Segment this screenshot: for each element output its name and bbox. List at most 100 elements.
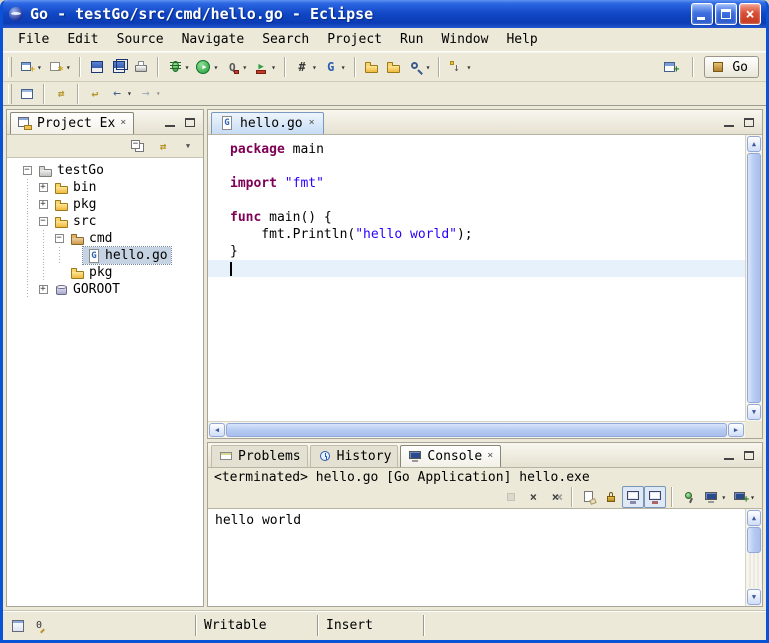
menu-file[interactable]: File — [9, 30, 58, 49]
menu-edit[interactable]: Edit — [58, 30, 107, 49]
save-all-button[interactable] — [108, 56, 130, 78]
tab-history[interactable]: History — [310, 445, 399, 467]
menu-search[interactable]: Search — [253, 30, 318, 49]
scroll-thumb[interactable] — [226, 423, 727, 437]
dropdown-arrow-icon[interactable]: ▾ — [156, 89, 161, 98]
scroll-left-icon[interactable]: ◀ — [209, 423, 225, 437]
code-editor[interactable]: package mainimport "fmt"func main() { fm… — [208, 135, 745, 421]
expand-toggle-icon[interactable]: + — [35, 200, 51, 209]
maximize-editor-button[interactable] — [741, 116, 757, 130]
clear-console-button[interactable] — [578, 486, 600, 508]
collapse-toggle-icon[interactable]: − — [51, 234, 67, 243]
tree-item-pkg[interactable]: pkg — [19, 264, 203, 281]
fast-view-icon[interactable] — [10, 618, 26, 634]
maximize-view-button[interactable] — [182, 116, 198, 130]
minimize-editor-button[interactable] — [721, 116, 737, 130]
close-button[interactable] — [739, 3, 761, 25]
last-edit-location-button[interactable] — [84, 83, 106, 105]
search-button[interactable]: ▾ — [405, 56, 434, 78]
title-bar[interactable]: Go - testGo/src/cmd/hello.go - Eclipse — [3, 0, 766, 28]
back-button[interactable]: ▾ — [106, 83, 135, 105]
maximize-button[interactable] — [715, 3, 737, 25]
dropdown-arrow-icon[interactable]: ▾ — [750, 493, 755, 502]
tree-item-testgo[interactable]: −testGo — [19, 162, 203, 179]
open-resource-button[interactable] — [361, 56, 383, 78]
console-vertical-scrollbar[interactable]: ▲ ▼ — [745, 509, 762, 606]
tab-project-explorer[interactable]: Project Ex × — [10, 112, 134, 134]
terminate-button[interactable] — [500, 486, 522, 508]
smart-insert-icon[interactable] — [31, 618, 47, 634]
new-go-program-button[interactable]: ▾ — [291, 56, 320, 78]
close-editor-icon[interactable]: × — [308, 118, 316, 128]
dropdown-arrow-icon[interactable]: ▾ — [127, 89, 132, 98]
tree-item-goroot[interactable]: +GOROOT — [19, 281, 203, 298]
pin-console-button[interactable] — [678, 486, 700, 508]
tab-problems[interactable]: Problems — [211, 445, 308, 467]
save-button[interactable] — [86, 56, 108, 78]
remove-all-launches-button[interactable] — [544, 486, 566, 508]
dropdown-arrow-icon[interactable]: ▾ — [37, 63, 42, 72]
open-folder-button[interactable] — [383, 56, 405, 78]
menu-run[interactable]: Run — [391, 30, 432, 49]
expand-toggle-icon[interactable]: + — [35, 285, 51, 294]
print-button[interactable] — [130, 56, 152, 78]
run-history-button[interactable]: ▾ — [221, 56, 250, 78]
toolbar-grip[interactable] — [8, 84, 12, 104]
scroll-down-icon[interactable]: ▼ — [747, 404, 761, 420]
show-stderr-button[interactable] — [644, 486, 666, 508]
open-console-button[interactable]: ▾ — [729, 486, 758, 508]
minimize-console-button[interactable] — [721, 449, 737, 463]
scroll-track[interactable] — [747, 153, 761, 403]
dropdown-arrow-icon[interactable]: ▾ — [341, 63, 346, 72]
scroll-thumb[interactable] — [747, 153, 761, 403]
menu-window[interactable]: Window — [432, 30, 497, 49]
close-view-icon[interactable]: × — [119, 118, 127, 128]
dropdown-arrow-icon[interactable]: ▾ — [242, 63, 247, 72]
dropdown-arrow-icon[interactable]: ▾ — [426, 63, 431, 72]
scroll-track[interactable] — [226, 423, 727, 437]
new-go-element-button[interactable]: ▾ — [45, 56, 74, 78]
collapse-toggle-icon[interactable]: − — [35, 217, 51, 226]
go-perspective-button[interactable]: Go — [704, 56, 759, 78]
dropdown-arrow-icon[interactable]: ▾ — [185, 63, 190, 72]
tree-item-hello-go[interactable]: hello.go — [19, 247, 203, 264]
forward-button[interactable]: ▾ — [135, 83, 164, 105]
toolbar-grip[interactable] — [8, 57, 12, 77]
next-annotation-button[interactable]: ▾ — [445, 56, 474, 78]
dropdown-arrow-icon[interactable]: ▾ — [721, 493, 726, 502]
link-with-editor-button[interactable] — [50, 83, 72, 105]
close-view-icon[interactable]: × — [486, 451, 494, 461]
scroll-thumb[interactable] — [747, 527, 761, 553]
link-with-editor-view-button[interactable] — [152, 135, 174, 157]
view-menu-button[interactable] — [177, 135, 199, 157]
project-tree[interactable]: −testGo+bin+pkg−src−cmdhello.gopkg+GOROO… — [7, 158, 203, 606]
open-perspective-button[interactable] — [660, 56, 682, 78]
tree-item-src[interactable]: −src — [19, 213, 203, 230]
tab-hello-go[interactable]: hello.go × — [211, 112, 324, 134]
dropdown-arrow-icon[interactable]: ▾ — [213, 63, 218, 72]
editor-horizontal-scrollbar[interactable]: ◀ ▶ — [208, 421, 745, 438]
new-wizard-button[interactable]: ▾ — [16, 56, 45, 78]
external-tools-button[interactable]: ▾ — [250, 56, 279, 78]
dropdown-arrow-icon[interactable]: ▾ — [66, 63, 71, 72]
menu-project[interactable]: Project — [318, 30, 391, 49]
tree-item-pkg[interactable]: +pkg — [19, 196, 203, 213]
console-output[interactable]: hello world — [208, 509, 745, 606]
display-console-button[interactable]: ▾ — [700, 486, 729, 508]
debug-button[interactable]: ▾ — [164, 56, 193, 78]
menu-source[interactable]: Source — [108, 30, 173, 49]
scroll-up-icon[interactable]: ▲ — [747, 510, 761, 526]
menu-help[interactable]: Help — [497, 30, 546, 49]
show-stdout-button[interactable] — [622, 486, 644, 508]
dropdown-arrow-icon[interactable]: ▾ — [312, 63, 317, 72]
maximize-console-button[interactable] — [741, 449, 757, 463]
scroll-up-icon[interactable]: ▲ — [747, 136, 761, 152]
expand-toggle-icon[interactable]: + — [35, 183, 51, 192]
collapse-all-button[interactable] — [127, 135, 149, 157]
remove-launch-button[interactable] — [522, 486, 544, 508]
scroll-lock-button[interactable] — [600, 486, 622, 508]
scroll-track[interactable] — [747, 527, 761, 588]
scroll-right-icon[interactable]: ▶ — [728, 423, 744, 437]
scroll-down-icon[interactable]: ▼ — [747, 589, 761, 605]
pin-editor-button[interactable] — [16, 83, 38, 105]
